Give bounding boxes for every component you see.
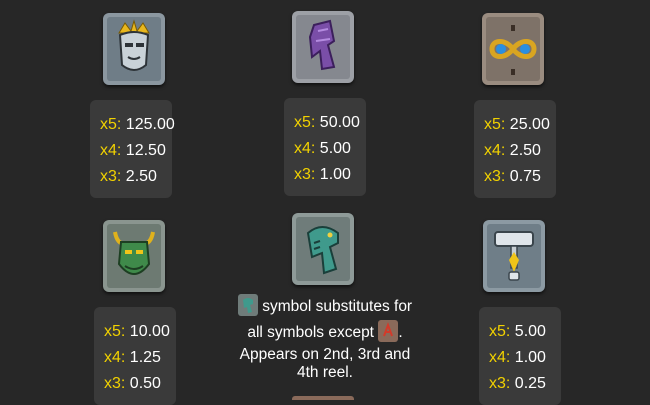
payout-row: x4: 1.00 [489,349,546,366]
wild-line-2: all symbols except . [230,320,420,342]
king-crown-icon [103,13,165,85]
payout-row: x4: 12.50 [100,142,166,159]
next-symbol-tile-edge [292,396,354,400]
paytable-hammer: x5: 5.00 x4: 1.00 x3: 0.25 [479,307,561,405]
serpent-wild-mini-icon [237,294,258,316]
payout-row: x3: 0.25 [489,375,546,392]
wild-line-1: symbol substitutes for [230,294,420,316]
paytable-infinity-amulet: x5: 25.00 x4: 2.50 x3: 0.75 [474,100,556,198]
payout-row: x3: 0.50 [104,375,161,392]
purple-rune-icon [292,11,354,83]
payout-row: x3: 1.00 [294,166,351,183]
payout-row: x3: 0.75 [484,168,541,185]
paytable-purple-rune: x5: 50.00 x4: 5.00 x3: 1.00 [284,98,366,196]
paytable-horned-helmet: x5: 10.00 x4: 1.25 x3: 0.50 [94,307,176,405]
payout-row: x5: 25.00 [484,116,550,133]
serpent-wild-icon [292,213,354,285]
horned-helmet-icon [103,220,165,292]
wild-line-4: 4th reel. [296,364,353,381]
payout-row: x5: 125.00 [100,116,175,133]
hammer-icon [483,220,545,292]
payout-row: x4: 1.25 [104,349,161,366]
wild-description: symbol substitutes for all symbols excep… [230,294,420,382]
payout-row: x4: 5.00 [294,140,351,157]
payout-row: x5: 10.00 [104,323,170,340]
payout-row: x4: 2.50 [484,142,541,159]
infinity-amulet-icon [482,13,544,85]
payout-row: x5: 5.00 [489,323,546,340]
scatter-rune-icon [378,320,399,342]
wild-line-3: Appears on 2nd, 3rd and [239,346,411,363]
payout-row: x5: 50.00 [294,114,360,131]
payout-row: x3: 2.50 [100,168,157,185]
paytable-king: x5: 125.00 x4: 12.50 x3: 2.50 [90,100,175,198]
